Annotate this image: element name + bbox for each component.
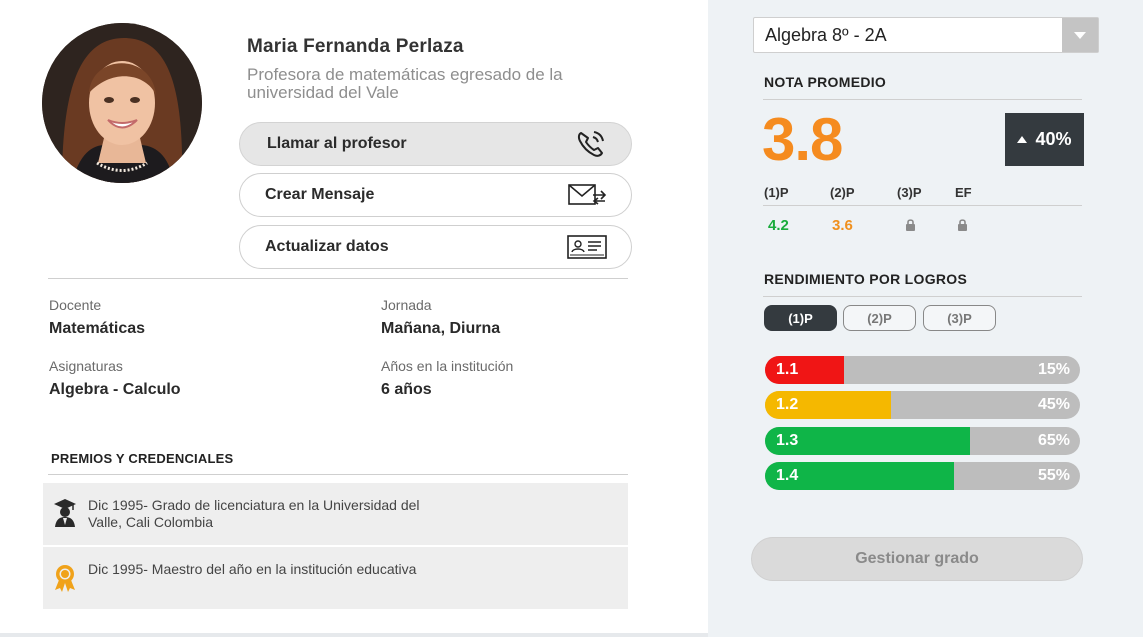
achievement-percent: 15% (1037, 361, 1070, 378)
update-data-button[interactable]: Actualizar datos (239, 225, 632, 269)
tab-period-2[interactable]: (2)P (843, 305, 916, 331)
graduate-icon (53, 498, 77, 533)
envelope-exchange-icon (567, 182, 607, 208)
achievement-percent: 65% (1037, 432, 1070, 449)
teacher-subtitle: Profesora de matemáticas egresado de la … (247, 65, 563, 102)
average-grade: 3.8 (762, 106, 843, 173)
premios-title: PREMIOS Y CREDENCIALES (51, 451, 234, 466)
tab-period-3[interactable]: (3)P (923, 305, 996, 331)
divider (763, 205, 1082, 206)
asignaturas-label: Asignaturas (49, 358, 123, 374)
divider (48, 474, 628, 475)
award-item: Dic 1995- Maestro del año en la instituc… (43, 547, 628, 609)
award-item: Dic 1995- Grado de licenciatura en la Un… (43, 483, 628, 545)
grade-change-badge: 40% (1005, 113, 1084, 166)
achievement-percent: 45% (1037, 396, 1070, 413)
divider (48, 278, 628, 279)
lock-icon (905, 218, 916, 236)
lock-icon (957, 218, 968, 236)
achievement-label: 1.4 (776, 467, 799, 484)
achievement-bar: 1.3 65% (765, 427, 1080, 455)
period-grade: 4.2 (768, 217, 789, 234)
award-text: Dic 1995- Grado de licenciatura en la Un… (88, 497, 420, 530)
tab-period-1[interactable]: (1)P (764, 305, 837, 331)
jornada-label: Jornada (381, 297, 432, 313)
achievement-label: 1.3 (776, 432, 799, 449)
achievement-label: 1.2 (776, 396, 799, 413)
call-teacher-label: Llamar al profesor (267, 135, 407, 152)
anos-label: Años en la institución (381, 358, 514, 374)
period-label: EF (955, 185, 972, 200)
period-label: (2)P (830, 185, 855, 200)
chevron-down-icon[interactable] (1062, 18, 1098, 52)
achievement-percent: 55% (1037, 467, 1070, 484)
arrow-up-icon (1017, 136, 1028, 143)
asignaturas-value: Algebra - Calculo (49, 381, 181, 398)
achievement-bar: 1.4 55% (765, 462, 1080, 490)
nota-title: NOTA PROMEDIO (764, 74, 887, 90)
avatar (42, 23, 202, 183)
achievement-bar: 1.1 15% (765, 356, 1080, 384)
id-card-icon (567, 234, 607, 260)
period-grade: 3.6 (832, 217, 853, 234)
period-label: (1)P (764, 185, 789, 200)
achievement-label: 1.1 (776, 361, 799, 378)
rendimiento-title: RENDIMIENTO POR LOGROS (764, 271, 968, 287)
divider (0, 633, 708, 637)
docente-label: Docente (49, 297, 102, 313)
divider (763, 99, 1082, 100)
call-teacher-button[interactable]: Llamar al profesor (239, 122, 632, 166)
anos-value: 6 años (381, 381, 432, 398)
create-message-button[interactable]: Crear Mensaje (239, 173, 632, 217)
create-message-label: Crear Mensaje (265, 186, 375, 203)
course-select-value: Algebra 8º - 2A (765, 25, 887, 45)
course-select[interactable]: Algebra 8º - 2A (753, 17, 1099, 53)
teacher-name: Maria Fernanda Perlaza (247, 36, 464, 57)
grade-change-value: 40% (1035, 129, 1072, 149)
update-data-label: Actualizar datos (265, 238, 389, 255)
award-medal-icon (53, 564, 77, 597)
jornada-value: Mañana, Diurna (381, 320, 501, 337)
award-text: Dic 1995- Maestro del año en la instituc… (88, 561, 417, 577)
manage-grade-button[interactable]: Gestionar grado (751, 537, 1083, 581)
phone-icon (575, 129, 607, 159)
achievement-bar: 1.2 45% (765, 391, 1080, 419)
docente-value: Matemáticas (49, 320, 146, 337)
divider (763, 296, 1082, 297)
period-label: (3)P (897, 185, 922, 200)
